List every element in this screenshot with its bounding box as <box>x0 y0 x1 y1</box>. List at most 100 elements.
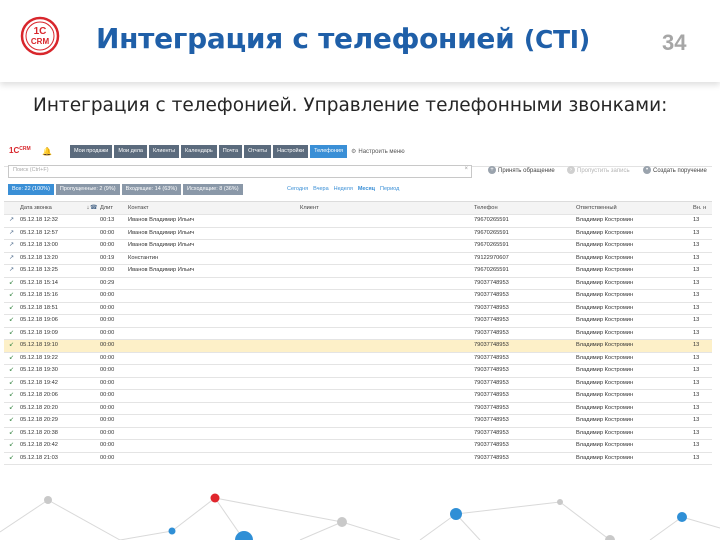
cell-duration: 00:00 <box>100 454 115 461</box>
skip-record-button[interactable]: › Пропустить запись <box>567 165 630 177</box>
incoming-call-icon: ↙ <box>8 354 15 361</box>
table-row[interactable]: ↙ 05.12.18 18:51 00:00 79037748953 Владимир … <box>4 303 712 315</box>
period-link-3[interactable]: Месяц <box>358 184 375 195</box>
outgoing-call-icon: ↗ <box>8 267 15 273</box>
cell-ext: 13 <box>693 367 700 373</box>
period-selector: Сегодня Вчера Неделя Месяц Период <box>287 184 399 195</box>
table-row[interactable]: ↙ 05.12.18 15:16 00:00 79037748953 Владимир … <box>4 290 712 303</box>
incoming-call-icon: ↙ <box>8 367 15 373</box>
customize-menu-link[interactable]: ⚙ Настроить меню <box>351 148 405 155</box>
slide-title-main: Интеграция с телефонией <box>96 22 515 55</box>
table-row[interactable]: ↙ 05.12.18 20:42 00:00 79037748953 Владимир … <box>4 440 712 453</box>
cell-responsible: Владимир Костромин <box>576 379 634 386</box>
table-row[interactable]: ↗ 05.12.18 13:00 00:00 Иванов Владимир Ильи… <box>4 240 712 253</box>
col-client[interactable]: Клиент <box>300 202 474 214</box>
cell-date: 05.12.18 13:25 <box>20 267 58 273</box>
cell-responsible: Владимир Костромин <box>576 292 634 298</box>
cell-ext: 13 <box>693 329 700 336</box>
crm-mini-logo[interactable]: 1СCRM <box>9 146 31 155</box>
col-duration[interactable]: Длит <box>100 202 128 214</box>
table-row[interactable]: ↙ 05.12.18 19:09 00:00 79037748953 Владимир … <box>4 328 712 340</box>
cell-date: 05.12.18 12:57 <box>20 229 58 236</box>
main-menu: Мои продажи Мои дела Клиенты Календарь Почта… <box>70 145 347 158</box>
cell-ext: 13 <box>693 404 700 411</box>
cell-date: 05.12.18 20:20 <box>20 404 58 411</box>
cell-phone: 79037748953 <box>474 367 509 373</box>
col-date[interactable]: Дата звонка <box>20 202 84 214</box>
slide-title-cti: (CTI) <box>523 25 590 54</box>
table-row[interactable]: ↗ 05.12.18 12:57 00:00 Иванов Владимир Ильи… <box>4 228 712 240</box>
outgoing-call-icon: ↗ <box>8 229 15 236</box>
table-row[interactable]: ↙ 05.12.18 19:10 00:00 79037748953 Владимир … <box>4 340 712 353</box>
cell-phone: 79037748953 <box>474 392 509 398</box>
cell-duration: 00:00 <box>100 342 115 348</box>
table-row[interactable]: ↙ 05.12.18 21:03 00:00 79037748953 Владимир … <box>4 453 712 465</box>
cell-date: 05.12.18 20:29 <box>20 417 58 423</box>
menu-item-1[interactable]: Мои дела <box>114 145 147 158</box>
filter-tab-3[interactable]: Исходящие: 8 (36%) <box>183 184 243 195</box>
incoming-call-icon: ↙ <box>8 379 15 386</box>
table-row[interactable]: ↙ 05.12.18 19:22 00:00 79037748953 Владимир … <box>4 353 712 365</box>
col-phone[interactable]: Телефон <box>474 202 576 214</box>
cell-phone: 79670265591 <box>474 267 509 273</box>
table-row[interactable]: ↗ 05.12.18 12:32 00:13 Иванов Владимир Ильи… <box>4 215 712 228</box>
search-input[interactable]: Поиск (Ctrl+F) × <box>8 165 472 178</box>
create-task-button[interactable]: • Создать поручение <box>643 165 707 177</box>
filter-tab-2[interactable]: Входящие: 14 (63%) <box>121 184 182 195</box>
clear-search-icon[interactable]: × <box>464 166 468 172</box>
bell-icon[interactable]: 🔔 <box>42 147 52 156</box>
cell-ext: 13 <box>693 442 700 448</box>
period-link-4[interactable]: Период <box>380 184 399 195</box>
cell-responsible: Владимир Костромин <box>576 279 634 286</box>
col-responsible[interactable]: Ответственный <box>576 202 692 214</box>
cell-phone: 79037748953 <box>474 354 509 361</box>
col-ext[interactable]: Вн. н <box>693 202 712 214</box>
table-header: Дата звонка ↓ ☎ Длит Контакт Клиент Теле… <box>4 201 712 215</box>
cell-responsible: Владимир Костромин <box>576 392 634 398</box>
plus-icon: + <box>488 166 496 175</box>
table-row[interactable]: ↙ 05.12.18 20:29 00:00 79037748953 Владимир … <box>4 415 712 428</box>
cell-ext: 13 <box>693 242 700 248</box>
cell-duration: 00:00 <box>100 329 115 336</box>
col-contact[interactable]: Контакт <box>128 202 300 214</box>
menu-item-2[interactable]: Клиенты <box>148 145 180 158</box>
table-row[interactable]: ↙ 05.12.18 15:14 00:29 79037748953 Владимир … <box>4 278 712 290</box>
table-row[interactable]: ↗ 05.12.18 13:20 00:19 Константин 7912297060… <box>4 253 712 265</box>
menu-item-5[interactable]: Отчеты <box>244 145 272 158</box>
table-row[interactable]: ↙ 05.12.18 20:20 00:00 79037748953 Владимир … <box>4 403 712 415</box>
cell-responsible: Владимир Костромин <box>576 229 634 236</box>
cell-phone: 79037748953 <box>474 304 509 311</box>
cell-contact: Иванов Владимир Ильич <box>128 229 195 236</box>
cell-ext: 13 <box>693 267 700 273</box>
table-row[interactable]: ↙ 05.12.18 19:06 00:00 79037748953 Владимир … <box>4 315 712 328</box>
incoming-call-icon: ↙ <box>8 454 15 461</box>
table-row[interactable]: ↙ 05.12.18 19:42 00:00 79037748953 Владимир … <box>4 378 712 390</box>
cell-duration: 00:00 <box>100 292 115 298</box>
accept-call-button[interactable]: + Принять обращение <box>488 165 555 177</box>
cell-phone: 79037748953 <box>474 404 509 411</box>
menu-item-4[interactable]: Почта <box>218 145 243 158</box>
cell-duration: 00:00 <box>100 417 115 423</box>
incoming-call-icon: ↙ <box>8 342 15 348</box>
filter-tab-0[interactable]: Все: 22 (100%) <box>8 184 54 195</box>
cell-duration: 00:00 <box>100 379 115 386</box>
menu-item-7[interactable]: Телефония <box>310 145 347 158</box>
period-link-2[interactable]: Неделя <box>334 184 353 195</box>
cell-phone: 79037748953 <box>474 454 509 461</box>
table-row[interactable]: ↙ 05.12.18 20:38 00:00 79037748953 Владимир … <box>4 428 712 440</box>
period-link-0[interactable]: Сегодня <box>287 184 308 195</box>
menu-item-6[interactable]: Настройки <box>273 145 309 158</box>
outgoing-call-icon: ↗ <box>8 217 15 223</box>
filter-tab-1[interactable]: Пропущенные: 2 (9%) <box>55 184 120 195</box>
period-link-1[interactable]: Вчера <box>313 184 329 195</box>
table-row[interactable]: ↗ 05.12.18 13:25 00:00 Иванов Владимир Ильи… <box>4 265 712 278</box>
table-row[interactable]: ↙ 05.12.18 20:06 00:00 79037748953 Владимир … <box>4 390 712 403</box>
cell-date: 05.12.18 19:09 <box>20 329 58 336</box>
menu-item-3[interactable]: Календарь <box>181 145 217 158</box>
cell-ext: 13 <box>693 354 700 361</box>
cell-ext: 13 <box>693 229 700 236</box>
customize-menu-label: Настроить меню <box>358 149 405 155</box>
menu-item-0[interactable]: Мои продажи <box>70 145 113 158</box>
cell-contact: Иванов Владимир Ильич <box>128 217 195 223</box>
table-row[interactable]: ↙ 05.12.18 19:30 00:00 79037748953 Владимир … <box>4 365 712 378</box>
